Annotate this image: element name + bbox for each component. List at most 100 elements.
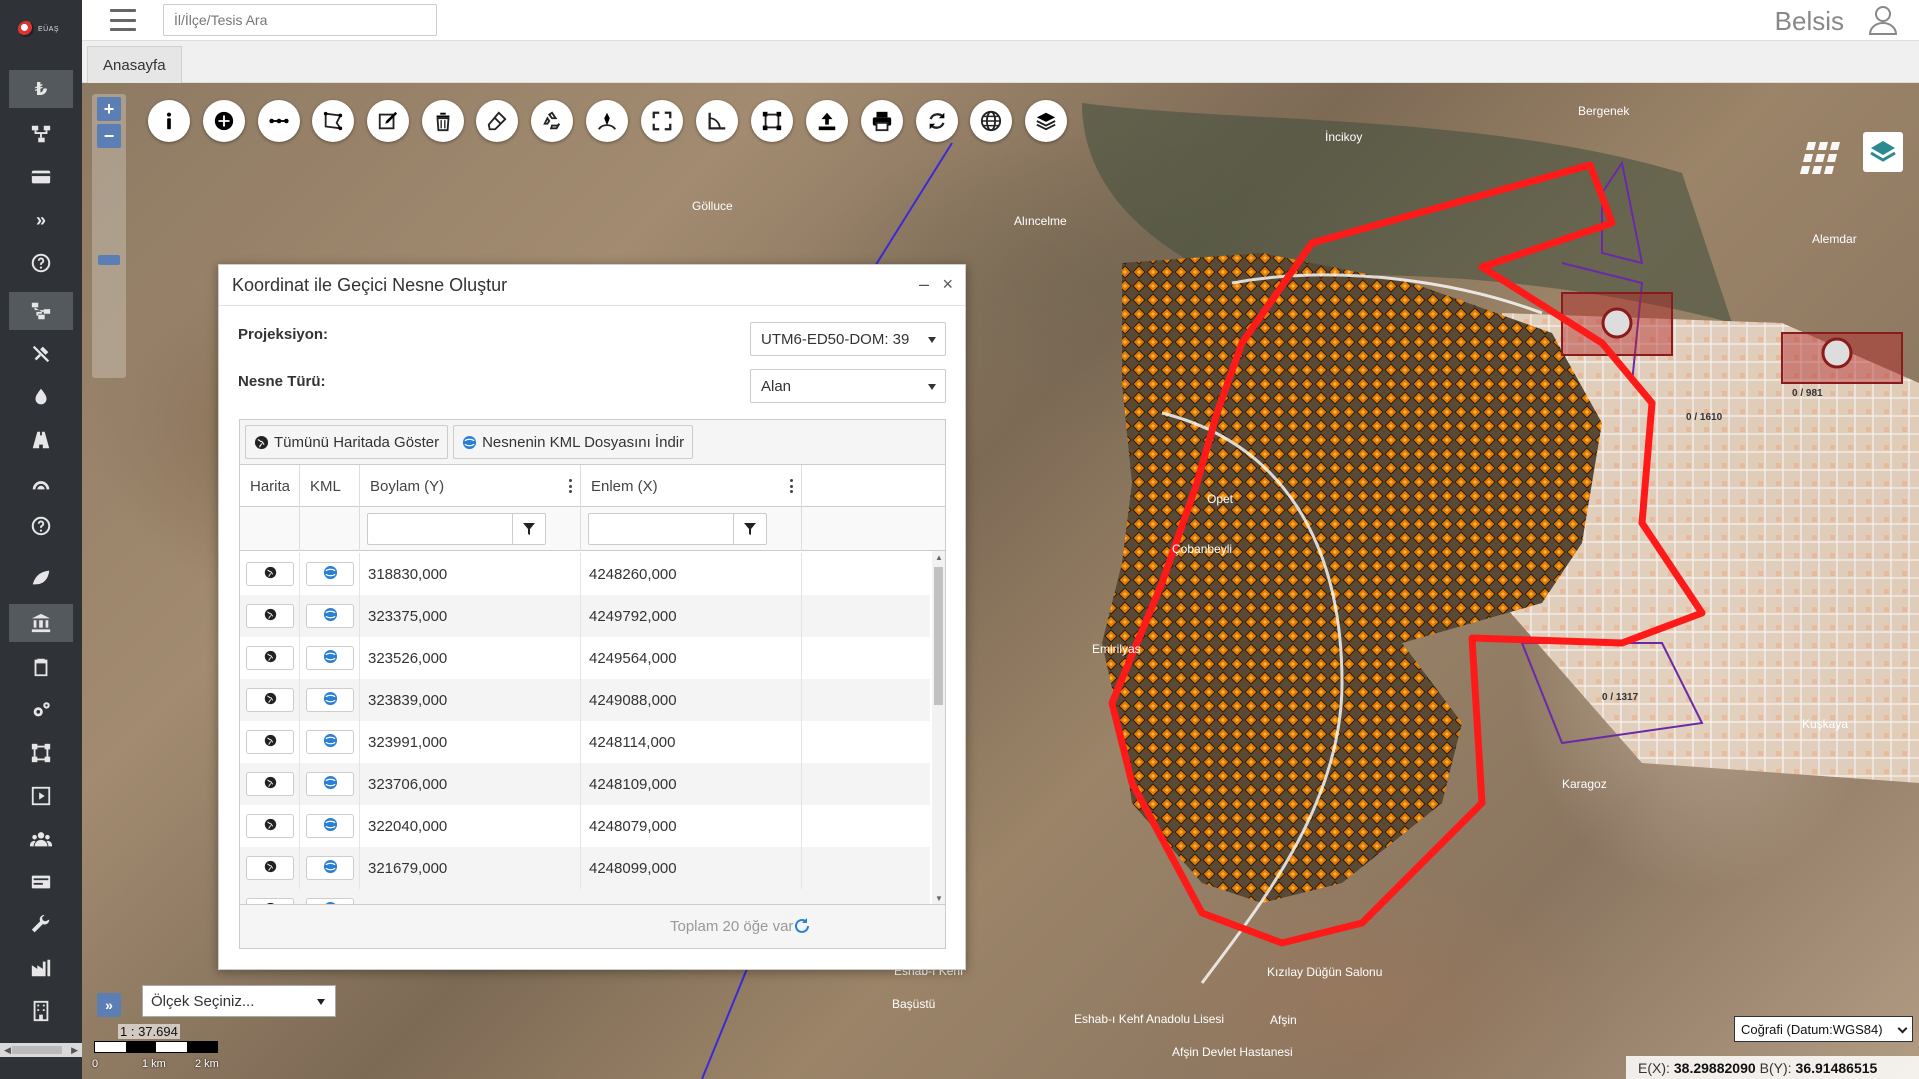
gears-icon[interactable] [9,691,73,729]
polygon-select-icon[interactable] [312,100,354,142]
institution-icon[interactable] [9,604,73,642]
table-row[interactable]: 323706,000 4248109,000 [240,763,930,805]
basemap-grid-icon[interactable] [1798,138,1844,182]
table-row[interactable]: 322040,000 4248079,000 [240,805,930,847]
info-icon[interactable] [148,100,190,142]
fullscreen-icon[interactable] [641,100,683,142]
road-icon[interactable] [9,421,73,459]
recycle-icon[interactable] [531,100,573,142]
filter-icon[interactable] [512,513,546,545]
row-kml-button[interactable] [306,856,354,880]
close-button[interactable]: × [942,274,953,295]
zoom-in-button[interactable]: + [97,97,121,121]
show-on-map-button[interactable] [246,730,294,754]
projection-select[interactable]: UTM6-ED50-DOM: 39 [750,322,946,356]
col-header-kml[interactable]: KML [300,465,360,507]
scale-toggle-button[interactable]: » [97,993,121,1017]
tab-home[interactable]: Anasayfa [87,46,182,83]
filter-icon[interactable] [733,513,767,545]
user-icon[interactable] [1867,4,1899,36]
measure-angle-icon[interactable] [696,100,738,142]
row-kml-button[interactable] [306,688,354,712]
col-header-lat[interactable]: Enlem (X) [581,465,802,507]
minimize-button[interactable]: – [919,274,929,295]
download-kml-button[interactable]: Nesnenin KML Dosyasını İndir [453,425,694,459]
vector-square-icon[interactable] [9,734,73,772]
show-all-on-map-button[interactable]: Tümünü Haritada Göster [245,425,449,459]
coordinate-object-dialog: Koordinat ile Geçici Nesne Oluştur – × P… [218,264,966,970]
scale-label-0: 0 [92,1058,99,1070]
print-icon[interactable] [861,100,903,142]
signal-icon[interactable] [9,464,73,502]
zoom-out-button[interactable]: − [97,124,121,148]
no-plug-icon[interactable] [9,335,73,373]
lira-icon[interactable]: ₺ [9,70,73,108]
dialog-title-bar[interactable]: Koordinat ile Geçici Nesne Oluştur – × [219,265,965,306]
coordinate-system-select[interactable]: Coğrafi (Datum:WGS84) [1734,1016,1913,1042]
add-circle-icon[interactable] [203,100,245,142]
grid-header: Harita KML Boylam (Y) Enlem (X) [240,465,945,507]
wrench-icon[interactable] [9,906,73,944]
show-on-map-button[interactable] [246,814,294,838]
eraser-icon[interactable] [476,100,518,142]
upload-icon[interactable] [806,100,848,142]
show-on-map-button[interactable] [246,856,294,880]
table-row[interactable]: 321679,000 4248099,000 [240,847,930,889]
industry-icon[interactable] [9,949,73,987]
id-card-icon[interactable] [9,863,73,901]
row-kml-button[interactable] [306,562,354,586]
reload-icon[interactable] [793,917,811,935]
table-row[interactable]: 323375,000 4249792,000 [240,595,930,637]
play-square-icon[interactable] [9,777,73,815]
show-on-map-button[interactable] [246,646,294,670]
scale-label-2: 2 km [195,1058,219,1070]
help-icon-2[interactable] [9,507,73,545]
show-on-map-button[interactable] [246,604,294,628]
table-row[interactable]: 323839,000 4249088,000 [240,679,930,721]
show-on-map-button[interactable] [246,688,294,712]
table-row[interactable] [240,889,930,905]
table-row[interactable]: 323526,000 4249564,000 [240,637,930,679]
grid-vertical-scrollbar[interactable]: ▲ ▼ [932,551,945,905]
users-icon[interactable] [9,820,73,858]
trash-icon[interactable] [422,100,464,142]
table-row[interactable]: 318830,000 4248260,000 [240,553,930,595]
edit-icon[interactable] [367,100,409,142]
scale-select[interactable]: Ölçek Seçiniz... [142,985,336,1017]
row-kml-button[interactable] [306,772,354,796]
globe-icon[interactable] [970,100,1012,142]
column-menu-icon[interactable] [568,479,572,493]
layers-icon[interactable] [1025,100,1067,142]
row-kml-button[interactable] [306,730,354,754]
object-type-select[interactable]: Alan [750,369,946,403]
double-chevron-icon[interactable]: » [9,201,73,239]
layer-switcher-icon[interactable] [1863,132,1903,172]
frame-icon[interactable] [751,100,793,142]
col-header-lon[interactable]: Boylam (Y) [360,465,581,507]
col-header-map[interactable]: Harita [240,465,300,507]
row-kml-button[interactable] [306,814,354,838]
row-kml-button[interactable] [306,646,354,670]
chevron-down-icon [928,337,936,343]
show-on-map-button[interactable] [246,562,294,586]
network-tree-icon[interactable] [9,292,73,330]
draw-path-icon[interactable] [586,100,628,142]
leaf-icon[interactable] [9,558,73,596]
show-on-map-button[interactable] [246,772,294,796]
row-kml-button[interactable] [306,604,354,628]
menu-icon[interactable] [110,9,136,31]
measure-line-icon[interactable] [258,100,300,142]
network-icon[interactable] [9,115,73,153]
zoom-slider-handle[interactable] [98,255,120,265]
location-search-input[interactable] [163,4,437,36]
building-icon[interactable] [9,992,73,1030]
scale-bar [94,1041,218,1053]
card-icon[interactable] [9,158,73,196]
column-menu-icon[interactable] [789,479,793,493]
refresh-icon[interactable] [916,100,958,142]
help-icon[interactable] [9,244,73,282]
clipboard-icon[interactable] [9,648,73,686]
drop-icon[interactable] [9,378,73,416]
table-row[interactable]: 323991,000 4248114,000 [240,721,930,763]
sidebar-scrollbar[interactable]: ◀ ▶ [0,1043,82,1057]
